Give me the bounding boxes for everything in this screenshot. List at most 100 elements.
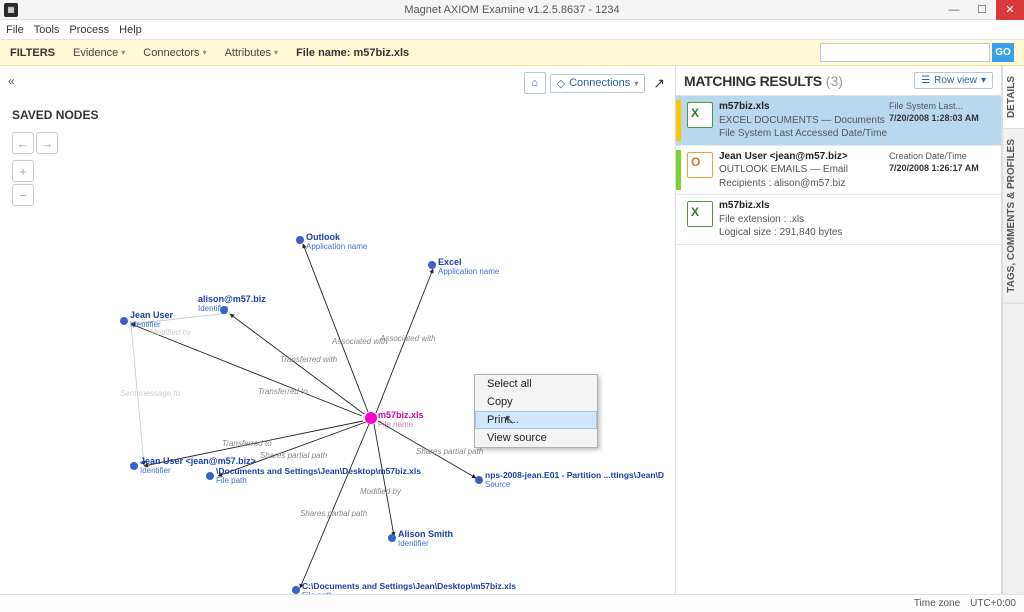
node-nps[interactable]: nps-2008-jean.E01 - Partition ...ttings\… xyxy=(475,470,664,489)
node-excel[interactable]: ExcelApplication name xyxy=(428,257,500,276)
result-line1: OUTLOOK EMAILS — Email xyxy=(719,163,889,177)
svg-text:Identifier: Identifier xyxy=(198,304,229,313)
popout-icon[interactable]: ↗ xyxy=(649,75,669,92)
svg-text:Excel: Excel xyxy=(438,257,462,267)
ctx-view-source[interactable]: View source xyxy=(475,429,597,447)
result-item[interactable]: m57biz.xls EXCEL DOCUMENTS — Documents F… xyxy=(676,96,1001,146)
result-line2: File System Last Accessed Date/Time xyxy=(719,127,889,141)
home-icon: ⌂ xyxy=(531,77,538,89)
excel-icon xyxy=(687,201,713,227)
result-line1: File extension : .xls xyxy=(719,213,889,227)
filter-connectors[interactable]: Connectors▾ xyxy=(143,47,206,59)
result-line2: Recipients : alison@m57.biz xyxy=(719,177,889,191)
result-meta-value: 7/20/2008 1:28:03 AM xyxy=(889,112,995,124)
svg-text:File path: File path xyxy=(216,476,247,485)
svg-text:\Documents and Settings\Jean\D: \Documents and Settings\Jean\Desktop\m57… xyxy=(216,466,421,476)
graph-canvas[interactable]: m57biz.xls File name Associated with Ass… xyxy=(0,66,675,594)
maximize-button[interactable]: ☐ xyxy=(968,0,996,20)
chevron-down-icon: ▾ xyxy=(981,75,986,86)
svg-text:Application name: Application name xyxy=(438,267,500,276)
node-alisonsmith[interactable]: Alison SmithIdentifier xyxy=(388,529,453,548)
close-button[interactable]: ✕ xyxy=(996,0,1024,20)
node-cdoc[interactable]: C:\Documents and Settings\Jean\Desktop\m… xyxy=(292,581,516,594)
node-center[interactable] xyxy=(365,412,377,424)
svg-text:Sent message to: Sent message to xyxy=(120,389,181,398)
result-line2: Logical size : 291,840 bytes xyxy=(719,226,889,240)
outlook-icon xyxy=(687,152,713,178)
results-count: (3) xyxy=(826,73,843,89)
timezone-label: Time zone xyxy=(914,598,960,609)
ctx-select-all[interactable]: Select all xyxy=(475,375,597,393)
node-alison[interactable]: alison@m57.bizIdentifier xyxy=(198,294,266,314)
row-view-dropdown[interactable]: ☰ Row view ▾ xyxy=(914,72,993,89)
connections-dropdown[interactable]: ◇ Connections ▾ xyxy=(550,74,646,93)
window-title: Magnet AXIOM Examine v1.2.5.8637 - 1234 xyxy=(404,4,619,16)
tab-tags-comments-profiles[interactable]: TAGS, COMMENTS & PROFILES xyxy=(1003,129,1024,304)
filter-attributes[interactable]: Attributes▾ xyxy=(225,47,278,59)
svg-text:Transferred with: Transferred with xyxy=(280,355,338,364)
tab-details[interactable]: DETAILS xyxy=(1003,66,1024,129)
svg-text:Transferred to: Transferred to xyxy=(258,387,308,396)
node-center-label: m57biz.xls xyxy=(378,410,424,420)
context-menu: Select all Copy Print... View source xyxy=(474,374,598,448)
menubar: File Tools Process Help xyxy=(0,20,1024,40)
row-view-label: Row view xyxy=(934,75,977,86)
ctx-print[interactable]: Print... xyxy=(475,411,597,429)
filter-evidence[interactable]: Evidence▾ xyxy=(73,47,125,59)
svg-text:Identifier: Identifier xyxy=(398,539,429,548)
svg-text:Jean User <jean@m57.biz>: Jean User <jean@m57.biz> xyxy=(140,456,256,466)
results-header: MATCHING RESULTS (3) ☰ Row view ▾ xyxy=(676,66,1001,96)
graph-pane: « ⌂ ◇ Connections ▾ ↗ SAVED NODES ← → + … xyxy=(0,66,676,594)
result-title: Jean User <jean@m57.biz> xyxy=(719,150,889,164)
svg-text:Identifier: Identifier xyxy=(140,466,171,475)
result-title: m57biz.xls xyxy=(719,199,889,213)
go-button[interactable]: GO xyxy=(992,43,1014,62)
result-item[interactable]: Jean User <jean@m57.biz> OUTLOOK EMAILS … xyxy=(676,146,1001,196)
app-icon: ▦ xyxy=(4,3,18,17)
search-input[interactable] xyxy=(820,43,990,62)
titlebar: ▦ Magnet AXIOM Examine v1.2.5.8637 - 123… xyxy=(0,0,1024,20)
svg-text:Alison Smith: Alison Smith xyxy=(398,529,453,539)
svg-text:File path: File path xyxy=(302,591,333,594)
result-meta-value: 7/20/2008 1:26:17 AM xyxy=(889,162,995,174)
result-meta-label: File System Last... xyxy=(889,100,995,112)
results-pane: MATCHING RESULTS (3) ☰ Row view ▾ m57biz… xyxy=(676,66,1002,594)
filter-bar: FILTERS Evidence▾ Connectors▾ Attributes… xyxy=(0,40,1024,66)
svg-text:Modified by: Modified by xyxy=(150,328,192,337)
result-title: m57biz.xls xyxy=(719,100,889,114)
ctx-copy[interactable]: Copy xyxy=(475,393,597,411)
status-bar: Time zone UTC+0:00 xyxy=(0,594,1024,612)
svg-text:Shares partial path: Shares partial path xyxy=(416,447,484,456)
svg-text:C:\Documents and Settings\Jean: C:\Documents and Settings\Jean\Desktop\m… xyxy=(302,581,516,591)
node-jeanuser[interactable]: Jean UserIdentifier xyxy=(120,310,174,329)
menu-help[interactable]: Help xyxy=(119,24,142,36)
svg-text:Jean User: Jean User xyxy=(130,310,174,320)
svg-text:Application name: Application name xyxy=(306,242,368,251)
result-stripe xyxy=(676,150,681,191)
menu-tools[interactable]: Tools xyxy=(34,24,60,36)
result-item[interactable]: m57biz.xls File extension : .xls Logical… xyxy=(676,195,1001,245)
list-icon: ☰ xyxy=(921,75,930,86)
node-outlook[interactable]: OutlookApplication name xyxy=(296,232,368,251)
chevron-down-icon: ▾ xyxy=(634,79,638,88)
node-docset[interactable]: \Documents and Settings\Jean\Desktop\m57… xyxy=(206,466,421,485)
svg-text:Transferred to: Transferred to xyxy=(222,439,272,448)
chevron-down-icon: ▾ xyxy=(121,48,125,57)
minimize-button[interactable]: — xyxy=(940,0,968,20)
chevron-down-icon: ▾ xyxy=(274,48,278,57)
cursor-icon: ↖ xyxy=(504,412,515,428)
menu-file[interactable]: File xyxy=(6,24,24,36)
menu-process[interactable]: Process xyxy=(69,24,109,36)
svg-text:Shares partial path: Shares partial path xyxy=(300,509,368,518)
timezone-value: UTC+0:00 xyxy=(970,598,1016,609)
filter-active[interactable]: File name: m57biz.xls xyxy=(296,47,409,59)
result-stripe xyxy=(676,199,681,240)
chevron-down-icon: ▾ xyxy=(203,48,207,57)
home-button[interactable]: ⌂ xyxy=(524,72,546,94)
search-group: GO xyxy=(820,43,1014,62)
result-line1: EXCEL DOCUMENTS — Documents xyxy=(719,114,889,128)
svg-text:Identifier: Identifier xyxy=(130,320,161,329)
excel-icon xyxy=(687,102,713,128)
svg-text:Associated with: Associated with xyxy=(379,334,436,343)
svg-text:Modified by: Modified by xyxy=(360,487,402,496)
